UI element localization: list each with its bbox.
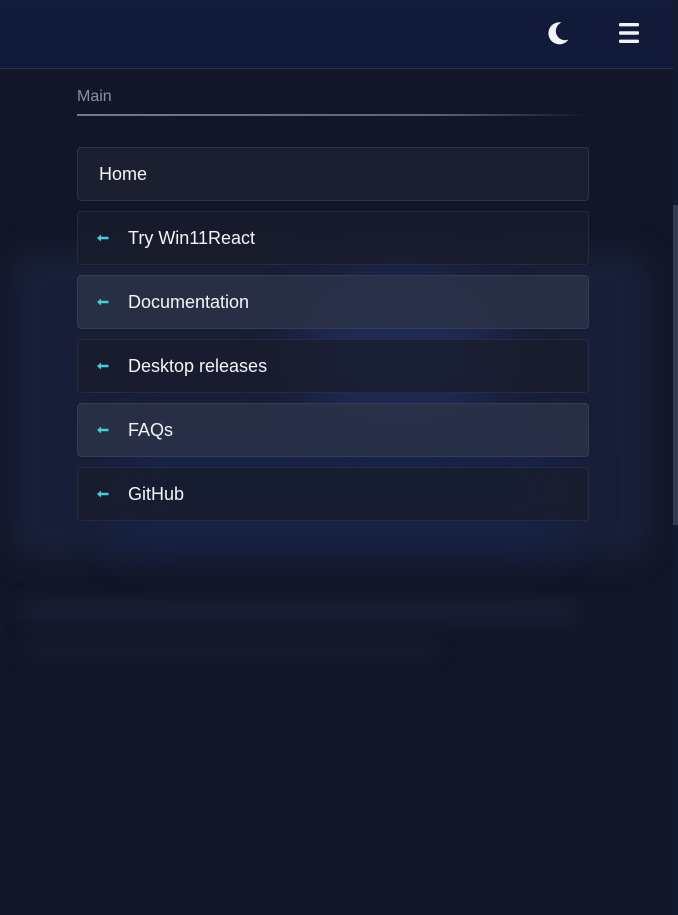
arrow-left-icon [78,233,128,243]
top-navbar [0,0,673,69]
arrow-left-icon [78,489,128,499]
hamburger-icon [619,23,639,43]
sidebar-item-home[interactable]: Home [77,147,589,201]
arrow-left-icon [78,425,128,435]
scrollbar-thumb[interactable] [673,205,678,525]
page: Main Home Try Win11React Documentation D… [0,0,678,915]
section-divider [77,114,587,116]
sidebar-item-label: Documentation [128,291,250,312]
section-title: Main [77,88,112,105]
theme-toggle-button[interactable] [541,16,575,50]
sidebar-item-faqs[interactable]: FAQs [77,403,589,457]
sidebar-menu: Main Home Try Win11React Documentation D… [77,80,589,531]
arrow-left-icon [78,361,128,371]
menu-toggle-button[interactable] [610,16,646,50]
sidebar-item-label: Home [99,163,148,184]
arrow-left-icon [78,297,128,307]
sidebar-item-label: Try Win11React [128,227,256,248]
sidebar-item-label: Desktop releases [128,355,268,376]
background-text-blur [20,640,440,656]
sidebar-item-label: FAQs [128,419,174,440]
sidebar-item-label: GitHub [128,483,185,504]
sidebar-item-documentation[interactable]: Documentation [77,275,589,329]
sidebar-item-try-win11react[interactable]: Try Win11React [77,211,589,265]
sidebar-item-desktop-releases[interactable]: Desktop releases [77,339,589,393]
background-text-blur [20,600,580,622]
sidebar-item-github[interactable]: GitHub [77,467,589,521]
moon-icon [548,22,569,45]
